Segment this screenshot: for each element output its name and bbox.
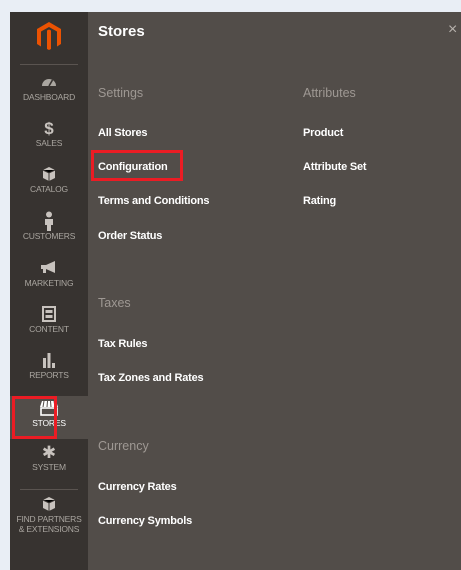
sidebar-item-label: CONTENT xyxy=(29,324,69,334)
sidebar-divider xyxy=(20,489,78,490)
configuration-highlight-box xyxy=(91,150,183,181)
magento-logo-icon[interactable] xyxy=(35,21,63,51)
sidebar-item-label: SYSTEM xyxy=(32,462,66,472)
sidebar-item-label-line2: & EXTENSIONS xyxy=(18,524,80,534)
admin-frame: DASHBOARD $ SALES CATALOG CUSTOMERS MARK… xyxy=(10,12,461,570)
link-product[interactable]: Product xyxy=(303,127,343,139)
dashboard-icon xyxy=(10,74,88,92)
sidebar-item-label: CUSTOMERS xyxy=(22,231,76,241)
close-icon[interactable]: × xyxy=(448,21,457,39)
logo-divider xyxy=(20,64,78,65)
sidebar-item-sales[interactable]: $ SALES xyxy=(10,120,88,160)
section-title-settings: Settings xyxy=(98,86,144,100)
sidebar-item-catalog[interactable]: CATALOG xyxy=(10,166,88,206)
link-tax-rules[interactable]: Tax Rules xyxy=(98,338,148,350)
cube-icon xyxy=(10,496,88,514)
section-title-currency: Currency xyxy=(98,439,149,453)
section-title-taxes: Taxes xyxy=(98,296,131,310)
sidebar-item-find-partners[interactable]: FIND PARTNERS & EXTENSIONS xyxy=(10,496,88,542)
sidebar-item-label: DASHBOARD xyxy=(22,92,76,102)
link-terms-and-conditions[interactable]: Terms and Conditions xyxy=(98,195,210,207)
sidebar-item-label: CATALOG xyxy=(30,184,68,194)
gear-icon: ✱ xyxy=(41,443,57,462)
sidebar-item-system[interactable]: ✱ SYSTEM xyxy=(10,444,88,484)
link-all-stores[interactable]: All Stores xyxy=(98,127,148,139)
sidebar-item-content[interactable]: CONTENT xyxy=(10,306,88,346)
sidebar-item-customers[interactable]: CUSTOMERS xyxy=(10,211,88,253)
layout-icon xyxy=(10,306,88,324)
section-title-attributes: Attributes xyxy=(303,86,356,100)
sidebar-item-label: FIND PARTNERS xyxy=(16,514,82,524)
bar-chart-icon xyxy=(10,352,88,370)
sidebar-item-label: MARKETING xyxy=(24,278,74,288)
box-icon xyxy=(10,166,88,184)
link-currency-symbols[interactable]: Currency Symbols xyxy=(98,515,192,527)
megaphone-icon xyxy=(10,260,88,278)
panel-title: Stores xyxy=(98,23,145,40)
person-icon xyxy=(10,211,88,231)
link-tax-zones-and-rates[interactable]: Tax Zones and Rates xyxy=(98,372,204,384)
sidebar-item-marketing[interactable]: MARKETING xyxy=(10,260,88,300)
sidebar-item-label: SALES xyxy=(35,138,63,148)
dollar-icon: $ xyxy=(44,119,54,138)
sidebar-item-reports[interactable]: REPORTS xyxy=(10,352,88,392)
link-currency-rates[interactable]: Currency Rates xyxy=(98,481,177,493)
link-rating[interactable]: Rating xyxy=(303,195,336,207)
stores-menu-panel: Stores × Settings All Stores Configurati… xyxy=(88,12,461,570)
link-order-status[interactable]: Order Status xyxy=(98,230,162,242)
stores-highlight-box xyxy=(12,396,57,439)
link-attribute-set[interactable]: Attribute Set xyxy=(303,161,367,173)
sidebar-item-dashboard[interactable]: DASHBOARD xyxy=(10,74,88,114)
admin-sidebar: DASHBOARD $ SALES CATALOG CUSTOMERS MARK… xyxy=(10,12,88,570)
sidebar-item-label: REPORTS xyxy=(29,370,69,380)
